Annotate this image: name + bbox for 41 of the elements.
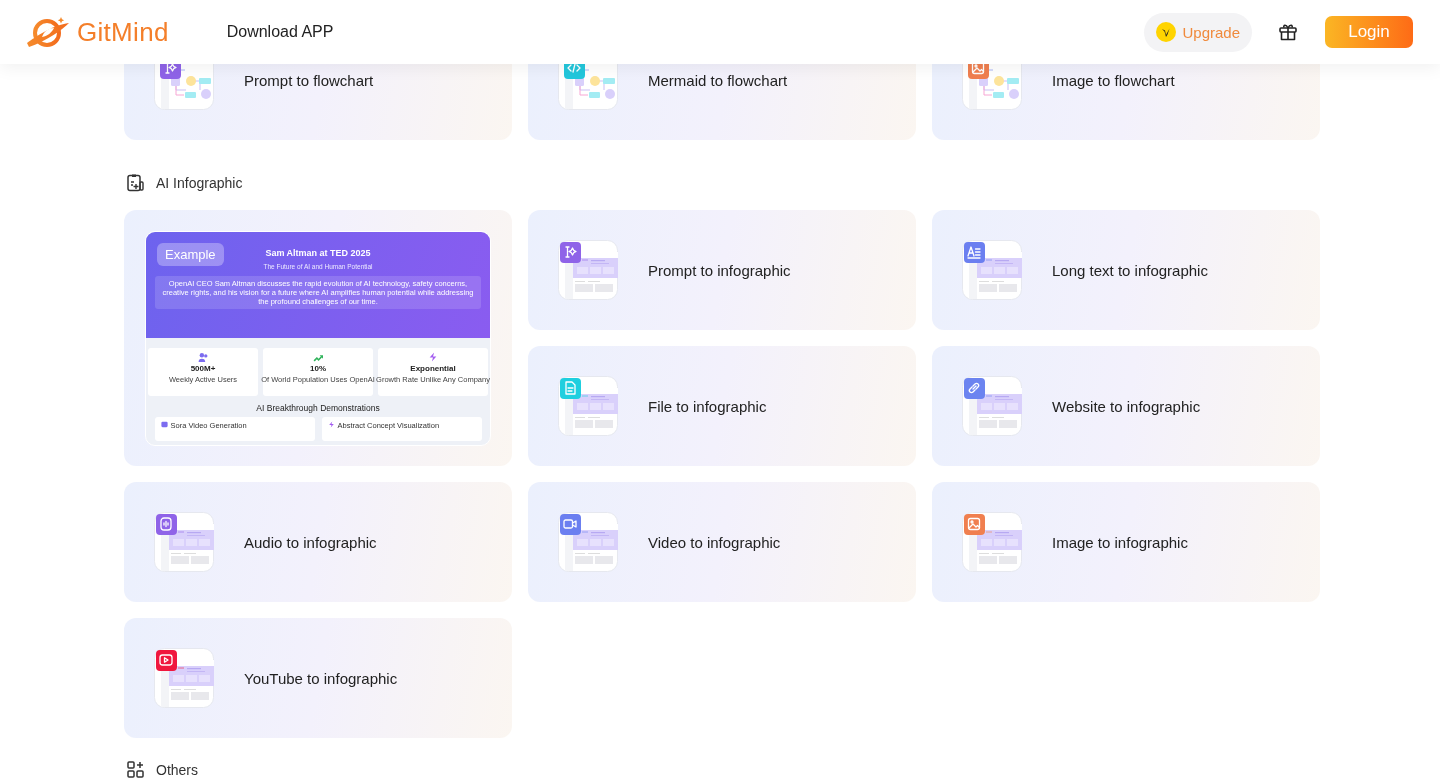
apps-icon <box>126 760 146 780</box>
tool-label: File to infographic <box>648 397 767 415</box>
example-badge: Example <box>157 243 224 266</box>
infographic-heading: AI Breakthrough Demonstrations <box>255 403 381 413</box>
tool-label: YouTube to infographic <box>244 669 398 687</box>
users-icon <box>198 352 208 362</box>
tool-card[interactable]: YouTube to infographic <box>124 618 512 738</box>
tool-card[interactable]: Website to infographic <box>932 346 1320 466</box>
orbit-logo-icon <box>25 15 71 49</box>
tool-card[interactable]: Prompt to flowchart <box>124 64 512 140</box>
tool-label: Image to infographic <box>1052 533 1188 551</box>
tool-card[interactable]: Video to infographic <box>528 482 916 602</box>
tool-label: Mermaid to flowchart <box>648 72 788 89</box>
tool-label: Audio to infographic <box>244 533 377 551</box>
tool-card[interactable]: Prompt to infographic <box>528 210 916 330</box>
gift-icon[interactable] <box>1278 22 1298 42</box>
nav-link[interactable]: Download APP <box>226 23 334 41</box>
lightning-icon <box>428 352 438 362</box>
tool-card[interactable]: Image to infographic <box>932 482 1320 602</box>
example-card[interactable] <box>124 210 512 466</box>
stat-value: 500M+ <box>190 364 216 373</box>
section-title: Others <box>156 762 198 778</box>
tool-card[interactable]: Audio to infographic <box>124 482 512 602</box>
tool-card[interactable]: Mermaid to flowchart <box>528 64 916 140</box>
tool-card[interactable]: Long text to infographic <box>932 210 1320 330</box>
lightning-icon <box>327 421 335 428</box>
tool-label: Long text to infographic <box>1052 261 1208 279</box>
clipboard-icon <box>126 173 146 193</box>
tool-card[interactable]: File to infographic <box>528 346 916 466</box>
tool-label: Image to flowchart <box>1052 72 1175 89</box>
tool-label: Video to infographic <box>648 533 781 551</box>
infographic-title: Sam Altman at TED 2025 <box>265 248 371 258</box>
trend-up-icon <box>313 352 323 362</box>
tool-label: Prompt to flowchart <box>244 72 374 89</box>
tool-label: Prompt to infographic <box>648 261 791 279</box>
tool-label: Website to infographic <box>1052 397 1201 415</box>
logo-wordmark: GitMind <box>77 16 169 48</box>
tool-card[interactable]: Image to flowchart <box>932 64 1320 140</box>
stat-value: Exponential <box>410 364 456 373</box>
section-title: AI Infographic <box>156 175 243 191</box>
stat-value: 10% <box>310 364 326 373</box>
